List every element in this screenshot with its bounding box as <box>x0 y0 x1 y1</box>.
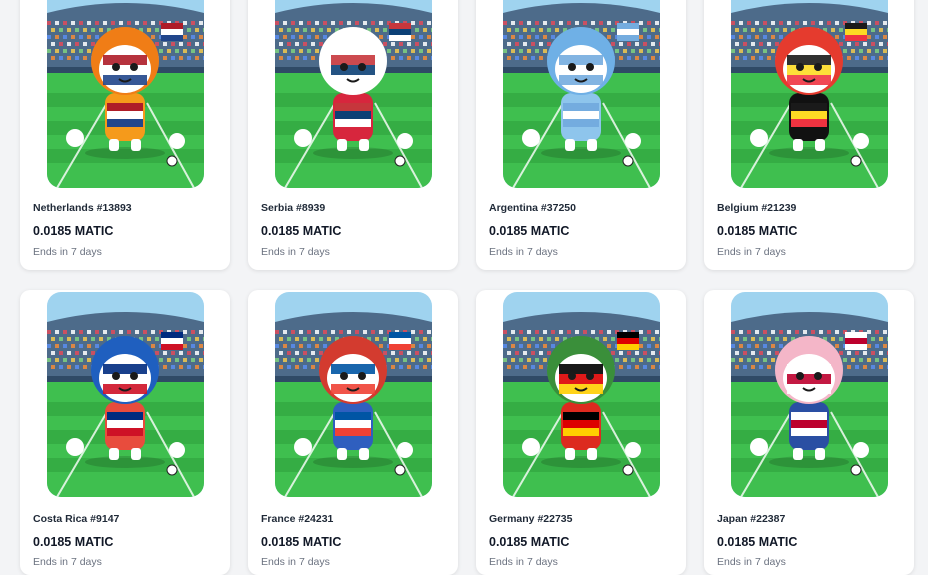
nft-artwork[interactable] <box>731 292 888 497</box>
nft-artwork[interactable] <box>47 0 204 188</box>
nft-artwork[interactable] <box>275 292 432 497</box>
stadium-illustration <box>503 292 660 497</box>
auction-ends: Ends in 7 days <box>261 246 330 258</box>
nft-price: 0.0185 MATIC <box>261 535 342 549</box>
nft-name[interactable]: Costa Rica #9147 <box>33 513 119 525</box>
nft-name[interactable]: Netherlands #13893 <box>33 202 132 214</box>
stadium-illustration <box>47 0 204 188</box>
stadium-illustration <box>47 292 204 497</box>
nft-artwork[interactable] <box>47 292 204 497</box>
stadium-illustration <box>731 292 888 497</box>
nft-price: 0.0185 MATIC <box>261 224 342 238</box>
nft-price: 0.0185 MATIC <box>717 535 798 549</box>
stadium-illustration <box>731 0 888 188</box>
auction-ends: Ends in 7 days <box>717 246 786 258</box>
nft-name[interactable]: France #24231 <box>261 513 333 525</box>
nft-card[interactable]: Serbia #8939 0.0185 MATIC Ends in 7 days <box>248 0 458 270</box>
auction-ends: Ends in 7 days <box>489 556 558 568</box>
nft-price: 0.0185 MATIC <box>33 224 114 238</box>
nft-name[interactable]: Serbia #8939 <box>261 202 325 214</box>
auction-ends: Ends in 7 days <box>717 556 786 568</box>
nft-artwork[interactable] <box>503 292 660 497</box>
nft-name[interactable]: Argentina #37250 <box>489 202 576 214</box>
nft-artwork[interactable] <box>503 0 660 188</box>
stadium-illustration <box>275 292 432 497</box>
auction-ends: Ends in 7 days <box>261 556 330 568</box>
nft-name[interactable]: Japan #22387 <box>717 513 785 525</box>
nft-card[interactable]: Argentina #37250 0.0185 MATIC Ends in 7 … <box>476 0 686 270</box>
nft-listing-grid: Netherlands #13893 0.0185 MATIC Ends in … <box>0 0 928 575</box>
nft-price: 0.0185 MATIC <box>489 224 570 238</box>
stadium-illustration <box>275 0 432 188</box>
nft-card[interactable]: Belgium #21239 0.0185 MATIC Ends in 7 da… <box>704 0 914 270</box>
nft-price: 0.0185 MATIC <box>489 535 570 549</box>
nft-name[interactable]: Germany #22735 <box>489 513 572 525</box>
auction-ends: Ends in 7 days <box>33 556 102 568</box>
nft-card[interactable]: France #24231 0.0185 MATIC Ends in 7 day… <box>248 290 458 575</box>
nft-price: 0.0185 MATIC <box>33 535 114 549</box>
nft-card[interactable]: Germany #22735 0.0185 MATIC Ends in 7 da… <box>476 290 686 575</box>
nft-card[interactable]: Japan #22387 0.0185 MATIC Ends in 7 days <box>704 290 914 575</box>
nft-artwork[interactable] <box>731 0 888 188</box>
nft-card[interactable]: Netherlands #13893 0.0185 MATIC Ends in … <box>20 0 230 270</box>
nft-name[interactable]: Belgium #21239 <box>717 202 796 214</box>
nft-card[interactable]: Costa Rica #9147 0.0185 MATIC Ends in 7 … <box>20 290 230 575</box>
nft-price: 0.0185 MATIC <box>717 224 798 238</box>
auction-ends: Ends in 7 days <box>489 246 558 258</box>
auction-ends: Ends in 7 days <box>33 246 102 258</box>
stadium-illustration <box>503 0 660 188</box>
nft-artwork[interactable] <box>275 0 432 188</box>
